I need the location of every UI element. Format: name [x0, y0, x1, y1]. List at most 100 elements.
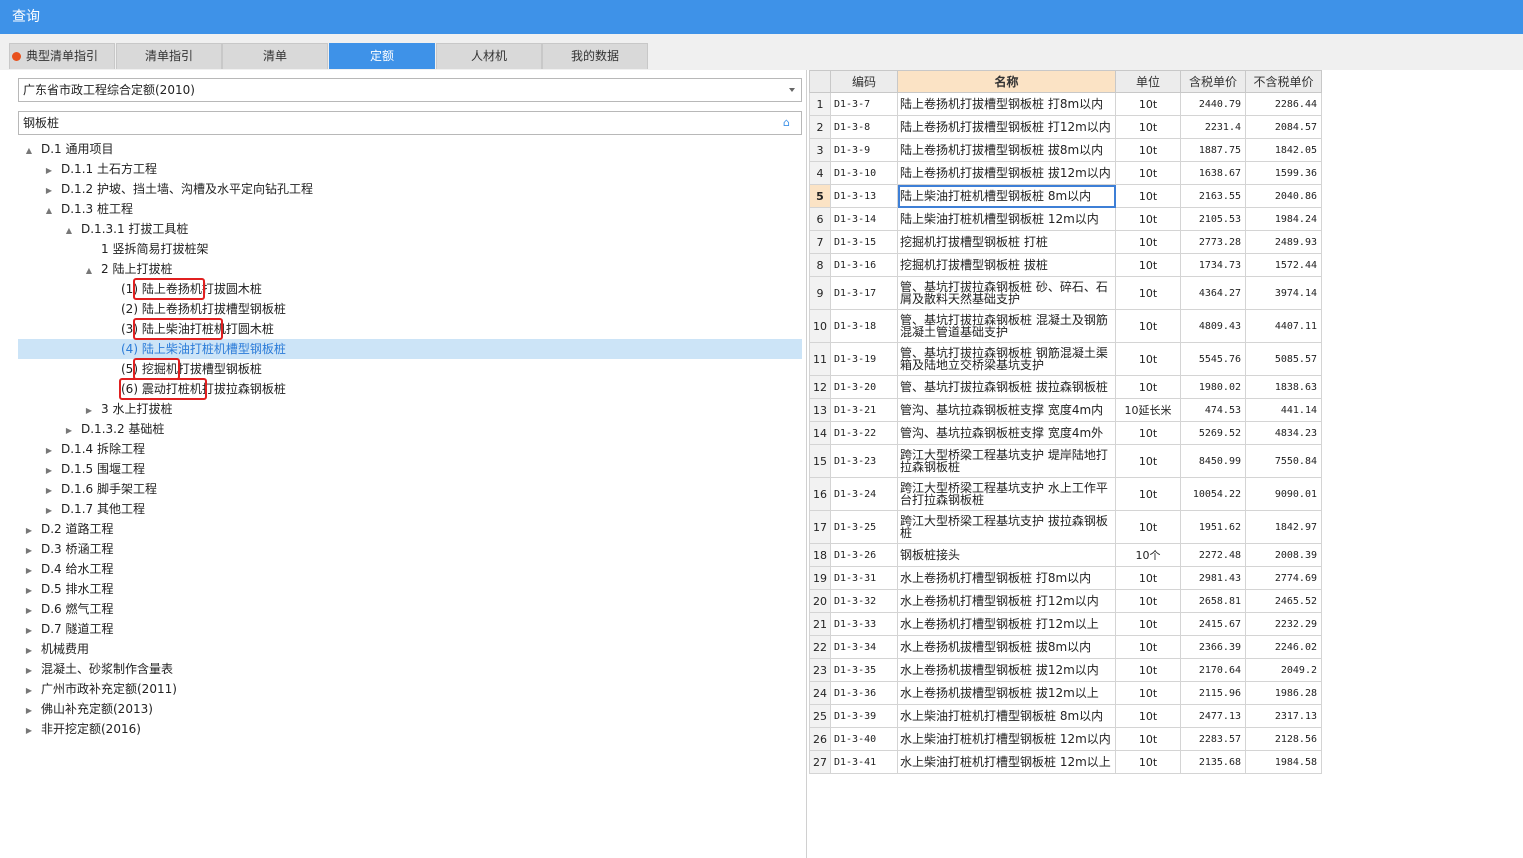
expand-arrow-icon[interactable]: ▶	[23, 681, 35, 701]
price-notax-cell[interactable]: 1599.36	[1245, 161, 1322, 185]
code-cell[interactable]: D1-3-39	[830, 704, 898, 728]
row-index[interactable]: 23	[809, 658, 831, 682]
expand-arrow-icon[interactable]: ▶	[23, 621, 35, 641]
row-index[interactable]: 14	[809, 421, 831, 445]
table-row[interactable]: 2 D1-3-8 陆上卷扬机打拔槽型钢板桩 打12m以内 10t 2231.4 2084.…	[809, 115, 1322, 139]
price-tax-cell[interactable]: 2283.57	[1180, 727, 1246, 751]
table-row[interactable]: 15 D1-3-23 跨江大型桥梁工程基坑支护 堤岸陆地打拉森钢板桩 10t 8450.…	[809, 444, 1322, 478]
expand-arrow-icon[interactable]: ▶	[23, 581, 35, 601]
expand-arrow-icon[interactable]: ▶	[43, 501, 55, 521]
row-index[interactable]: 11	[809, 342, 831, 376]
price-notax-cell[interactable]: 2040.86	[1245, 184, 1322, 208]
tree-node[interactable]: (5) 挖掘机打拔槽型钢板桩	[103, 359, 262, 379]
price-tax-cell[interactable]: 1980.02	[1180, 375, 1246, 399]
expand-arrow-icon[interactable]: ▶	[43, 441, 55, 461]
row-index[interactable]: 1	[809, 92, 831, 116]
unit-cell[interactable]: 10t	[1115, 184, 1181, 208]
name-cell[interactable]: 水上卷扬机打槽型钢板桩 打12m以内	[897, 589, 1116, 613]
unit-cell[interactable]: 10t	[1115, 681, 1181, 705]
row-index[interactable]: 9	[809, 276, 831, 310]
price-notax-cell[interactable]: 2774.69	[1245, 566, 1322, 590]
column-header[interactable]: 编码	[830, 70, 898, 93]
unit-cell[interactable]: 10t	[1115, 230, 1181, 254]
row-index[interactable]: 2	[809, 115, 831, 139]
search-icon[interactable]: ⌂	[783, 117, 795, 129]
code-cell[interactable]: D1-3-34	[830, 635, 898, 659]
price-tax-cell[interactable]: 2105.53	[1180, 207, 1246, 231]
price-tax-cell[interactable]: 1951.62	[1180, 510, 1246, 544]
expand-arrow-icon[interactable]: ▶	[23, 541, 35, 561]
table-row[interactable]: 16 D1-3-24 跨江大型桥梁工程基坑支护 水上工作平台打拉森钢板桩 10t 100…	[809, 477, 1322, 511]
tree-node[interactable]: (4) 陆上柴油打桩机槽型钢板桩	[103, 339, 286, 359]
price-tax-cell[interactable]: 2415.67	[1180, 612, 1246, 636]
table-row[interactable]: 13 D1-3-21 管沟、基坑拉森钢板桩支撑 宽度4m内 10延长米 474.53 44…	[809, 398, 1322, 422]
unit-cell[interactable]: 10t	[1115, 309, 1181, 343]
table-row[interactable]: 12 D1-3-20 管、基坑打拔拉森钢板桩 拔拉森钢板桩 10t 1980.02 183…	[809, 375, 1322, 399]
price-tax-cell[interactable]: 2981.43	[1180, 566, 1246, 590]
code-cell[interactable]: D1-3-23	[830, 444, 898, 478]
unit-cell[interactable]: 10延长米	[1115, 398, 1181, 422]
price-tax-cell[interactable]: 8450.99	[1180, 444, 1246, 478]
price-notax-cell[interactable]: 2317.13	[1245, 704, 1322, 728]
tree-node[interactable]: ▶ 非开挖定额(2016)	[23, 719, 141, 739]
unit-cell[interactable]: 10t	[1115, 612, 1181, 636]
tree-node[interactable]: ▶ 3 水上打拔桩	[83, 399, 173, 419]
code-cell[interactable]: D1-3-26	[830, 543, 898, 567]
expand-arrow-icon[interactable]: ▶	[23, 641, 35, 661]
price-notax-cell[interactable]: 2232.29	[1245, 612, 1322, 636]
collapse-arrow-icon[interactable]: ▲	[83, 261, 95, 281]
price-notax-cell[interactable]: 1838.63	[1245, 375, 1322, 399]
price-tax-cell[interactable]: 2231.4	[1180, 115, 1246, 139]
row-index[interactable]: 12	[809, 375, 831, 399]
name-cell[interactable]: 水上柴油打桩机打槽型钢板桩 12m以内	[897, 727, 1116, 751]
price-tax-cell[interactable]: 5269.52	[1180, 421, 1246, 445]
price-notax-cell[interactable]: 2084.57	[1245, 115, 1322, 139]
name-cell[interactable]: 水上卷扬机打槽型钢板桩 打8m以内	[897, 566, 1116, 590]
unit-cell[interactable]: 10t	[1115, 342, 1181, 376]
row-index[interactable]: 7	[809, 230, 831, 254]
price-notax-cell[interactable]: 1984.24	[1245, 207, 1322, 231]
expand-arrow-icon[interactable]: ▶	[43, 461, 55, 481]
code-cell[interactable]: D1-3-40	[830, 727, 898, 751]
name-cell[interactable]: 水上卷扬机拔槽型钢板桩 拔8m以内	[897, 635, 1116, 659]
table-row[interactable]: 10 D1-3-18 管、基坑打拔拉森钢板桩 混凝土及钢筋混凝土管道基础支护 10t 4…	[809, 309, 1322, 343]
code-cell[interactable]: D1-3-17	[830, 276, 898, 310]
column-header[interactable]	[809, 70, 831, 93]
code-cell[interactable]: D1-3-20	[830, 375, 898, 399]
column-header[interactable]: 含税单价	[1180, 70, 1246, 93]
tree-node[interactable]: ▲ 2 陆上打拔桩	[83, 259, 173, 281]
code-cell[interactable]: D1-3-13	[830, 184, 898, 208]
unit-cell[interactable]: 10t	[1115, 566, 1181, 590]
tree-node[interactable]: ▶ 机械费用	[23, 639, 89, 659]
price-notax-cell[interactable]: 441.14	[1245, 398, 1322, 422]
code-cell[interactable]: D1-3-15	[830, 230, 898, 254]
unit-cell[interactable]: 10t	[1115, 253, 1181, 277]
price-notax-cell[interactable]: 2489.93	[1245, 230, 1322, 254]
row-index[interactable]: 24	[809, 681, 831, 705]
code-cell[interactable]: D1-3-18	[830, 309, 898, 343]
name-cell[interactable]: 挖掘机打拔槽型钢板桩 打桩	[897, 230, 1116, 254]
code-cell[interactable]: D1-3-31	[830, 566, 898, 590]
price-tax-cell[interactable]: 4809.43	[1180, 309, 1246, 343]
unit-cell[interactable]: 10t	[1115, 92, 1181, 116]
row-index[interactable]: 13	[809, 398, 831, 422]
unit-cell[interactable]: 10t	[1115, 704, 1181, 728]
code-cell[interactable]: D1-3-21	[830, 398, 898, 422]
price-notax-cell[interactable]: 2008.39	[1245, 543, 1322, 567]
code-cell[interactable]: D1-3-14	[830, 207, 898, 231]
code-cell[interactable]: D1-3-8	[830, 115, 898, 139]
table-row[interactable]: 6 D1-3-14 陆上柴油打桩机槽型钢板桩 12m以内 10t 2105.53 1984…	[809, 207, 1322, 231]
chevron-down-icon[interactable]	[789, 88, 795, 92]
table-row[interactable]: 23 D1-3-35 水上卷扬机拔槽型钢板桩 拔12m以内 10t 2170.64 204…	[809, 658, 1322, 682]
price-notax-cell[interactable]: 7550.84	[1245, 444, 1322, 478]
expand-arrow-icon[interactable]: ▶	[63, 421, 75, 441]
name-cell[interactable]: 跨江大型桥梁工程基坑支护 拔拉森钢板桩	[897, 510, 1116, 544]
tree-node[interactable]: (2) 陆上卷扬机打拔槽型钢板桩	[103, 299, 286, 319]
code-cell[interactable]: D1-3-35	[830, 658, 898, 682]
unit-cell[interactable]: 10t	[1115, 477, 1181, 511]
table-row[interactable]: 8 D1-3-16 挖掘机打拔槽型钢板桩 拔桩 10t 1734.73 1572.44	[809, 253, 1322, 277]
table-row[interactable]: 9 D1-3-17 管、基坑打拔拉森钢板桩 砂、碎石、石屑及散料天然基础支护 10t 4…	[809, 276, 1322, 310]
name-cell[interactable]: 管、基坑打拔拉森钢板桩 砂、碎石、石屑及散料天然基础支护	[897, 276, 1116, 310]
name-cell[interactable]: 陆上柴油打桩机槽型钢板桩 12m以内	[897, 207, 1116, 231]
name-cell[interactable]: 水上柴油打桩机打槽型钢板桩 12m以上	[897, 750, 1116, 774]
